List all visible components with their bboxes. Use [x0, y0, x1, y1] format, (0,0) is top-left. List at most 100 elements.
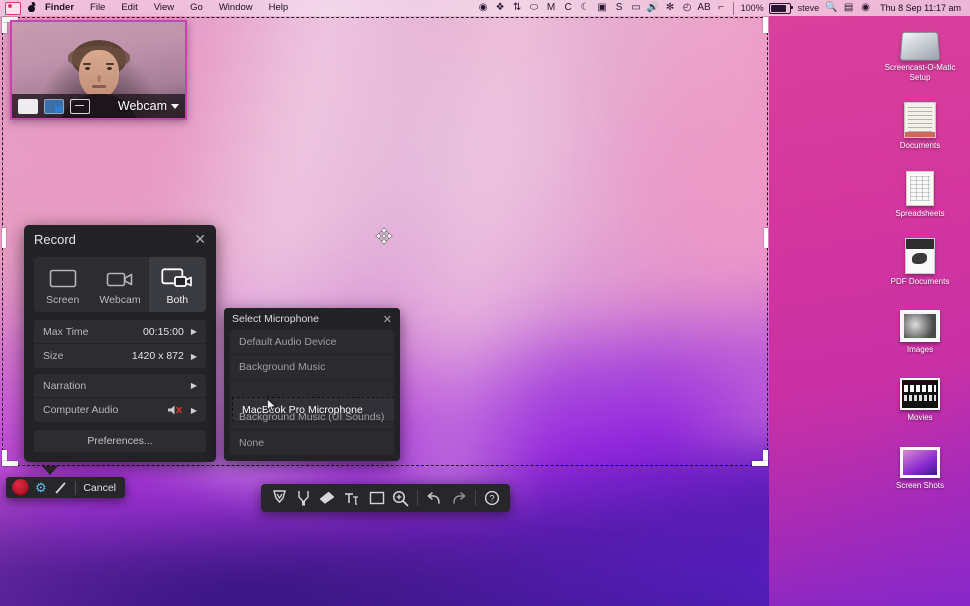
search-icon[interactable]: 🔍	[823, 0, 840, 16]
eraser-tool[interactable]	[316, 484, 340, 512]
setting-row-computer-audio[interactable]: Computer Audio ▶	[34, 398, 206, 422]
disk-image-icon	[880, 20, 960, 61]
microphone-option-none[interactable]: None	[230, 430, 394, 455]
desktop-icon-documents[interactable]: Documents	[880, 98, 960, 151]
capture-handle-middle-right[interactable]	[764, 228, 768, 248]
max-time-value: 00:15:00	[142, 325, 184, 338]
desktop-icon-screen-shots[interactable]: Screen Shots	[880, 438, 960, 491]
microphone-option-default-audio-device[interactable]: Default Audio Device	[230, 330, 394, 355]
record-start-button[interactable]	[10, 477, 31, 498]
record-panel[interactable]: Record ✕ Screen Webcam Both Max Time 00:…	[24, 225, 216, 462]
preferences-button[interactable]: Preferences...	[34, 430, 206, 452]
recorder-settings-button[interactable]: ⚙	[31, 477, 52, 498]
marker-pen-tool[interactable]	[267, 484, 291, 512]
webcam-label-group[interactable]: Webcam	[118, 99, 179, 113]
setting-row-narration[interactable]: Narration ▶	[34, 374, 206, 398]
record-mode-webcam-label: Webcam	[99, 294, 141, 306]
zoom-tool[interactable]	[389, 484, 413, 512]
gear-icon: ⚙	[34, 480, 47, 495]
setting-row-size[interactable]: Size 1420 x 872 ▶	[34, 344, 206, 368]
chevron-right-icon[interactable]: ▶	[191, 352, 197, 361]
record-mode-screen[interactable]: Screen	[34, 257, 91, 312]
screen-recording-indicator-icon[interactable]	[5, 1, 21, 15]
s-script-icon[interactable]: S	[611, 0, 628, 16]
movies-icon	[880, 370, 960, 410]
microphone-option-background-music-ui-sounds[interactable]: Background Music (UI Sounds)	[230, 405, 394, 430]
narration-label: Narration	[43, 379, 87, 392]
menu-item-file[interactable]: File	[82, 0, 113, 16]
close-icon[interactable]: ✕	[194, 232, 206, 246]
record-circle-icon[interactable]: ◉	[475, 0, 492, 16]
setting-row-max-time[interactable]: Max Time 00:15:00 ▶	[34, 320, 206, 344]
chevron-down-icon[interactable]	[171, 103, 179, 109]
toolbar-divider	[417, 490, 419, 506]
c-letter-icon[interactable]: C	[560, 0, 577, 16]
capture-handle-middle-left[interactable]	[2, 228, 6, 248]
volume-icon[interactable]: 🔊	[645, 0, 662, 16]
cancel-button[interactable]: Cancel	[78, 482, 121, 494]
cloud-arrow-icon[interactable]: ⬭	[526, 0, 543, 16]
screencast-o-matic-icon[interactable]: ⌐	[713, 0, 730, 16]
apple-logo-icon[interactable]	[26, 2, 37, 15]
select-microphone-popup[interactable]: Select Microphone ✕ Default Audio Device…	[224, 308, 400, 461]
desktop-icon-screencast-o-matic-setup[interactable]: Screencast-O-Matic Setup	[880, 20, 960, 83]
record-mode-both[interactable]: Both	[148, 257, 206, 312]
webcam-preview-window[interactable]: Webcam	[10, 20, 187, 120]
capture-handle-top-right[interactable]	[763, 17, 768, 33]
moon-icon[interactable]: ☾	[577, 0, 594, 16]
undo-button[interactable]	[422, 484, 446, 512]
menu-item-go[interactable]: Go	[182, 0, 211, 16]
redo-button[interactable]	[446, 484, 470, 512]
battery-percent-label: 100%	[740, 3, 764, 13]
menu-item-edit[interactable]: Edit	[113, 0, 145, 16]
text-tool[interactable]	[340, 484, 364, 512]
menu-item-window[interactable]: Window	[211, 0, 261, 16]
bluetooth-icon[interactable]: ✻	[662, 0, 679, 16]
display-icon[interactable]: ▭	[628, 0, 645, 16]
siri-icon[interactable]: ◉	[857, 0, 874, 16]
microphone-option-background-music[interactable]: Background Music	[230, 355, 394, 380]
record-control-bar[interactable]: ⚙ Cancel	[6, 477, 125, 498]
user-name-label[interactable]: steve	[794, 3, 824, 13]
drawing-toolbar[interactable]: ?	[261, 484, 510, 512]
record-red-circle-icon	[11, 479, 29, 496]
control-center-icon[interactable]: ▤	[840, 0, 857, 16]
speaker-muted-icon[interactable]	[167, 404, 184, 416]
chevron-right-icon[interactable]: ▶	[191, 381, 197, 390]
calendar-icon[interactable]: ▣	[594, 0, 611, 16]
minus-icon[interactable]	[70, 98, 90, 114]
desktop-icon-images[interactable]: Images	[880, 302, 960, 355]
record-mode-both-label: Both	[166, 294, 189, 306]
menu-item-finder[interactable]: Finder	[39, 0, 82, 16]
desktop-icon-pdf-documents[interactable]: PDF Documents	[880, 234, 960, 287]
highlighter-tool[interactable]	[291, 484, 315, 512]
ab-keyboard-icon[interactable]: AB	[696, 0, 713, 16]
desktop-icon-spreadsheets[interactable]: Spreadsheets	[880, 166, 960, 219]
menu-item-help[interactable]: Help	[261, 0, 297, 16]
close-icon[interactable]: ✕	[383, 313, 392, 326]
documents-folder-icon	[880, 98, 960, 138]
desktop-icon-movies[interactable]: Movies	[880, 370, 960, 423]
desktop-icon-label: Movies	[907, 413, 933, 422]
mouse-cursor	[266, 398, 277, 413]
chevron-right-icon[interactable]: ▶	[191, 327, 197, 336]
rectangle-filled-icon[interactable]	[18, 98, 38, 114]
desktop-icon-label: Screencast-O-Matic Setup	[884, 63, 956, 82]
capture-handle-bottom-left-h[interactable]	[2, 461, 18, 466]
time-machine-icon[interactable]: ◴	[679, 0, 696, 16]
battery-full-icon[interactable]	[768, 2, 793, 14]
menu-bar-clock[interactable]: Thu 8 Sep 11:17 am	[874, 3, 965, 13]
chevron-right-icon[interactable]: ▶	[191, 406, 197, 415]
rectangle-tool[interactable]	[364, 484, 388, 512]
gmail-m-icon[interactable]: M	[543, 0, 560, 16]
capture-handle-bottom-right-h[interactable]	[752, 461, 768, 466]
screenshots-icon	[880, 438, 960, 478]
help-button[interactable]: ?	[480, 484, 504, 512]
record-mode-webcam[interactable]: Webcam	[91, 257, 148, 312]
menu-item-view[interactable]: View	[146, 0, 182, 16]
dropbox-icon[interactable]: ❖	[492, 0, 509, 16]
sliders-icon[interactable]: ⇅	[509, 0, 526, 16]
pip-icon[interactable]	[44, 98, 64, 114]
draw-tools-button[interactable]	[51, 477, 72, 498]
capture-move-handle[interactable]	[371, 223, 397, 249]
